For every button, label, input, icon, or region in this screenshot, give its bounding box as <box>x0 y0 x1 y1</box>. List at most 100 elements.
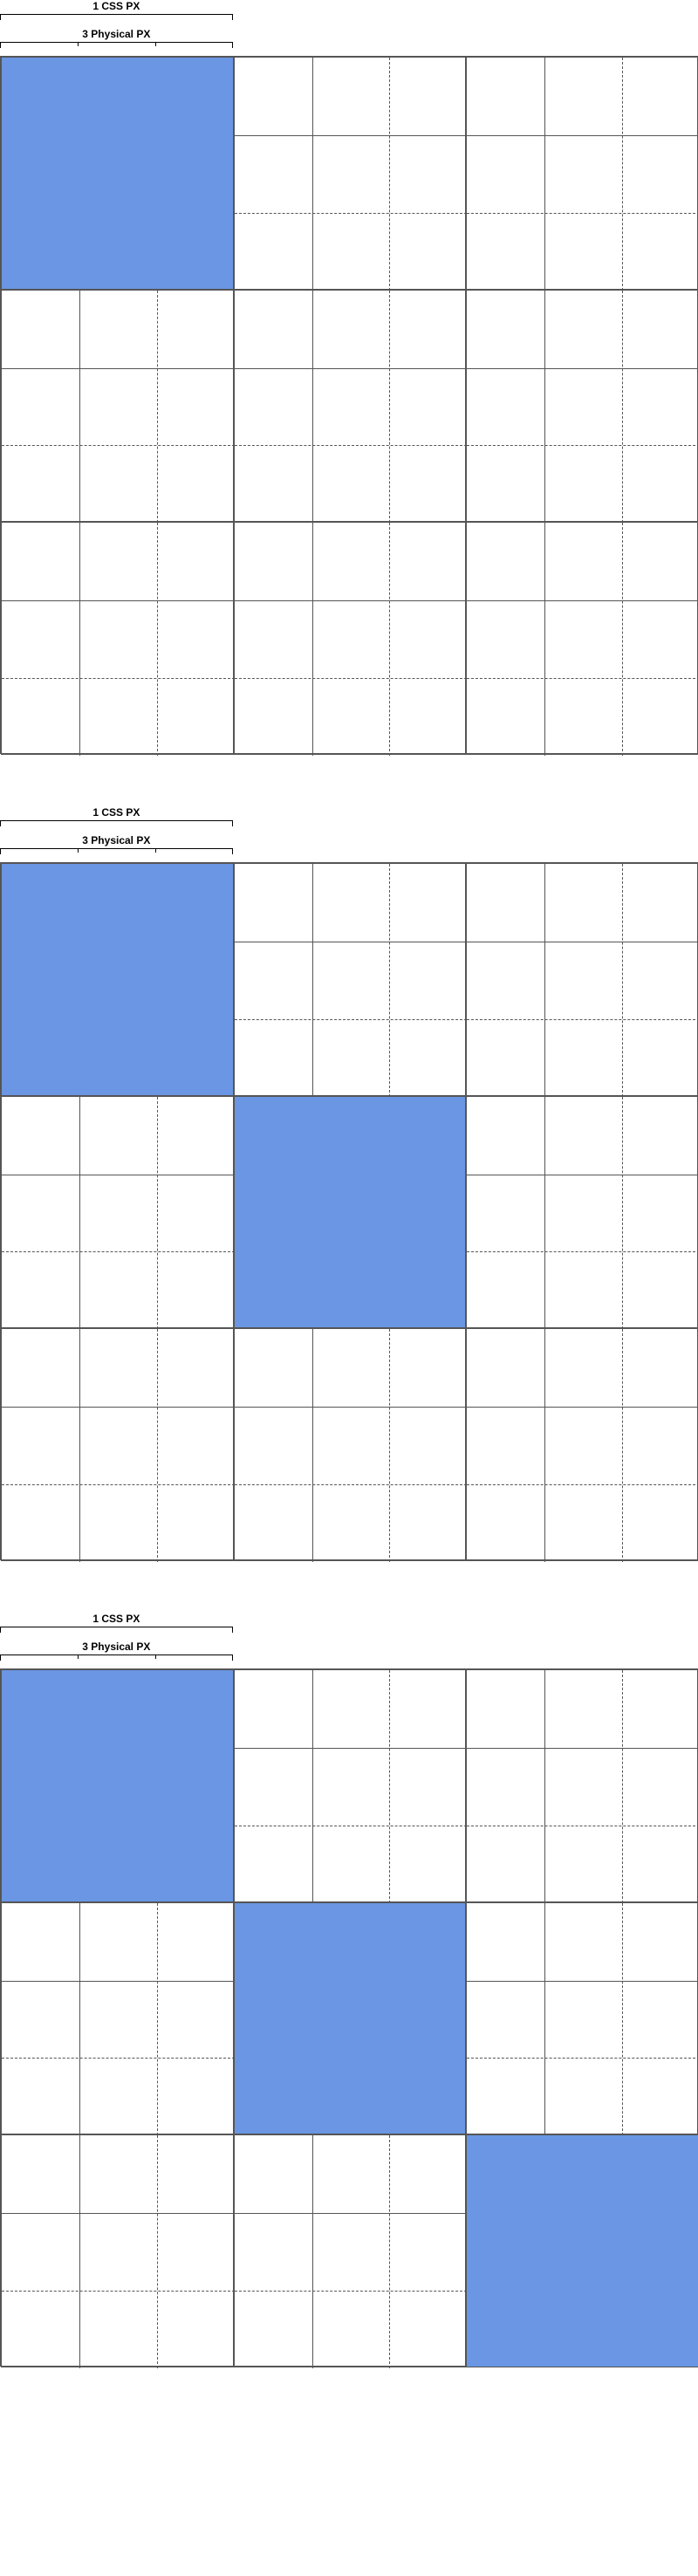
physical-px-line <box>467 678 698 679</box>
css-pixel-empty <box>234 1669 467 1902</box>
css-pixel-empty <box>1 1328 234 1561</box>
bracket-physical-px <box>0 1655 233 1660</box>
physical-px-line <box>467 368 698 369</box>
physical-px-line <box>544 523 545 756</box>
physical-px-line <box>467 600 698 601</box>
physical-px-line <box>2 445 235 446</box>
physical-px-line <box>312 1329 313 1562</box>
bracket-tick <box>78 849 79 853</box>
physical-px-line <box>312 523 313 756</box>
physical-px-line <box>389 1329 390 1562</box>
physical-px-line <box>157 2135 158 2368</box>
css-pixel-empty <box>234 1328 467 1561</box>
label-physical-px: 3 Physical PX <box>0 1641 233 1653</box>
label-css-px: 1 CSS PX <box>0 1613 233 1625</box>
physical-px-line <box>235 213 468 214</box>
physical-px-line <box>157 1903 158 2136</box>
physical-px-line <box>157 523 158 756</box>
physical-px-line <box>467 1251 698 1252</box>
css-pixel-empty <box>1 1096 234 1329</box>
physical-px-line <box>622 291 623 524</box>
physical-px-line <box>622 864 623 1097</box>
physical-px-line <box>312 864 313 1097</box>
css-pixel-empty <box>466 1328 698 1561</box>
physical-px-line <box>2 2058 235 2059</box>
css-pixel-empty <box>234 863 467 1096</box>
css-pixel-filled <box>234 1096 467 1329</box>
physical-px-line <box>544 58 545 291</box>
physical-px-line <box>622 1329 623 1562</box>
physical-px-line <box>467 1407 698 1408</box>
physical-px-line <box>622 1903 623 2136</box>
physical-px-line <box>79 1329 80 1562</box>
physical-px-line <box>622 1670 623 1903</box>
physical-px-line <box>2 678 235 679</box>
physical-px-line <box>389 523 390 756</box>
bracket-css-px <box>0 820 233 826</box>
physical-px-line <box>467 1981 698 1982</box>
css-pixel-empty <box>1 522 234 755</box>
label-physical-px: 3 Physical PX <box>0 28 233 40</box>
physical-px-line <box>389 58 390 291</box>
css-pixel-empty <box>466 863 698 1096</box>
css-pixel-filled <box>1 57 234 290</box>
physical-px-line <box>544 864 545 1097</box>
physical-px-line <box>312 1670 313 1903</box>
physical-px-line <box>622 58 623 291</box>
physical-px-line <box>2 1981 235 1982</box>
pixel-grid <box>0 1668 698 2367</box>
physical-px-line <box>235 368 468 369</box>
physical-px-line <box>79 1903 80 2136</box>
css-pixel-empty <box>466 1902 698 2135</box>
label-css-px: 1 CSS PX <box>0 806 233 819</box>
physical-px-line <box>235 1484 468 1485</box>
bracket-tick <box>155 1655 156 1659</box>
physical-px-line <box>389 864 390 1097</box>
css-pixel-empty <box>466 57 698 290</box>
diagram-2: 1 CSS PX 3 Physical PX <box>0 806 698 1560</box>
bracket-css-px <box>0 1627 233 1632</box>
physical-px-line <box>79 291 80 524</box>
physical-px-line <box>235 2213 468 2214</box>
pixel-grid <box>0 862 698 1560</box>
physical-px-line <box>467 1019 698 1020</box>
physical-px-line <box>2 368 235 369</box>
physical-px-line <box>544 291 545 524</box>
css-pixel-empty <box>466 1669 698 1902</box>
physical-px-line <box>2 1407 235 1408</box>
bracket-tick <box>155 43 156 46</box>
physical-px-line <box>389 2135 390 2368</box>
physical-px-line <box>79 1097 80 1330</box>
label-physical-px: 3 Physical PX <box>0 834 233 846</box>
css-pixel-empty <box>1 1902 234 2135</box>
physical-px-line <box>544 1903 545 2136</box>
physical-px-line <box>544 1097 545 1330</box>
physical-px-line <box>235 1748 468 1749</box>
physical-px-line <box>467 213 698 214</box>
physical-px-line <box>312 2135 313 2368</box>
physical-px-line <box>235 2291 468 2292</box>
css-pixel-filled <box>466 2134 698 2367</box>
physical-px-line <box>157 291 158 524</box>
css-pixel-empty <box>234 57 467 290</box>
bracket-tick <box>155 849 156 853</box>
physical-px-line <box>157 1329 158 1562</box>
physical-px-line <box>2 2213 235 2214</box>
physical-px-line <box>467 445 698 446</box>
physical-px-line <box>2 1251 235 1252</box>
physical-px-line <box>622 523 623 756</box>
physical-px-line <box>235 135 468 136</box>
physical-px-line <box>79 2135 80 2368</box>
css-pixel-empty <box>466 522 698 755</box>
physical-px-line <box>544 1329 545 1562</box>
physical-px-line <box>389 291 390 524</box>
pixel-grid <box>0 56 698 754</box>
physical-px-line <box>235 1019 468 1020</box>
physical-px-line <box>79 523 80 756</box>
physical-px-line <box>235 678 468 679</box>
diagram-3: 1 CSS PX 3 Physical PX <box>0 1613 698 2367</box>
diagram-1: 1 CSS PX3 Physical PX <box>0 0 698 754</box>
physical-px-line <box>312 291 313 524</box>
physical-px-line <box>622 1097 623 1330</box>
css-pixel-empty <box>1 290 234 523</box>
